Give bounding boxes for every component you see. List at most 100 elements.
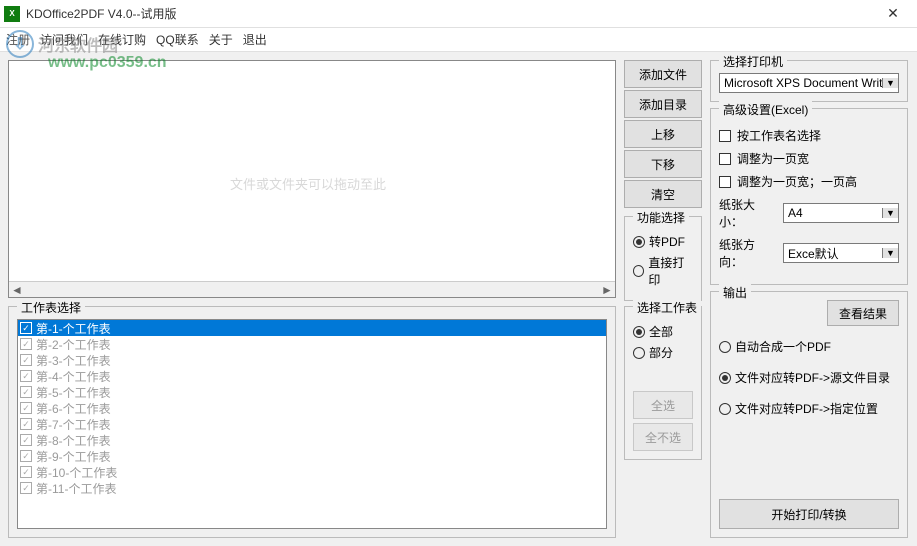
sheet-select-group: 工作表选择 ✓第-1-个工作表✓第-2-个工作表✓第-3-个工作表✓第-4-个工… [8,306,616,538]
menu-exit[interactable]: 退出 [243,31,267,48]
chk-fit-page-label: 调整为一页宽；一页高 [737,173,857,190]
checkbox-icon [719,153,731,165]
radio-icon [719,372,731,384]
chevron-down-icon: ▼ [882,78,898,88]
radio-icon [633,347,645,359]
close-button[interactable]: ✕ [873,0,913,28]
checkbox-icon: ✓ [20,354,32,366]
function-select-legend: 功能选择 [633,209,689,226]
sheet-item-label: 第-2-个工作表 [36,336,111,353]
titlebar: X KDOffice2PDF V4.0--试用版 ✕ [0,0,917,28]
file-list[interactable]: ◄ ► [8,60,616,298]
move-up-button[interactable]: 上移 [624,120,702,148]
move-down-button[interactable]: 下移 [624,150,702,178]
checkbox-icon: ✓ [20,450,32,462]
sheet-item-label: 第-5-个工作表 [36,384,111,401]
sheet-item[interactable]: ✓ 第-7-个工作表 [18,416,606,432]
start-button[interactable]: 开始打印/转换 [719,499,899,529]
radio-icon [633,265,644,277]
checkbox-icon: ✓ [20,402,32,414]
radio-all-sheets[interactable]: 全部 [633,323,693,340]
add-dir-button[interactable]: 添加目录 [624,90,702,118]
sheet-item[interactable]: ✓ 第-2-个工作表 [18,336,606,352]
menu-about[interactable]: 关于 [209,31,233,48]
orient-combo[interactable]: Exce默认 ▼ [783,243,899,263]
sheet-item-label: 第-10-个工作表 [36,464,117,481]
output-group: 输出 查看结果 自动合成一个PDF 文件对应转PDF->源文件目录 文件对应转P… [710,291,908,538]
add-file-button[interactable]: 添加文件 [624,60,702,88]
sheet-item[interactable]: ✓ 第-3-个工作表 [18,352,606,368]
app-icon: X [4,6,20,22]
window-title: KDOffice2PDF V4.0--试用版 [26,5,873,22]
checkbox-icon: ✓ [20,386,32,398]
sheet-item[interactable]: ✓ 第-6-个工作表 [18,400,606,416]
chk-by-name-label: 按工作表名选择 [737,127,821,144]
sheet-item-label: 第-1-个工作表 [36,320,111,337]
chk-by-name[interactable]: 按工作表名选择 [719,127,899,144]
scroll-track[interactable] [25,282,599,297]
checkbox-icon: ✓ [20,434,32,446]
radio-merge-one[interactable]: 自动合成一个PDF [719,338,899,355]
radio-to-pdf[interactable]: 转PDF [633,233,693,250]
printer-combo[interactable]: Microsoft XPS Document Writer ▼ [719,73,899,93]
radio-spec-dir-label: 文件对应转PDF->指定位置 [735,400,878,417]
file-list-hscroll[interactable]: ◄ ► [9,281,615,297]
select-all-button[interactable]: 全选 [633,391,693,419]
sheet-item-label: 第-3-个工作表 [36,352,111,369]
orient-label: 纸张方向： [719,236,775,270]
printer-legend: 选择打印机 [719,53,787,70]
advanced-legend: 高级设置(Excel) [719,101,812,118]
scroll-left-icon[interactable]: ◄ [9,282,25,297]
chk-fit-width[interactable]: 调整为一页宽 [719,150,899,167]
checkbox-icon: ✓ [20,322,32,334]
printer-value: Microsoft XPS Document Writer [720,76,882,90]
select-sheet-group: 选择工作表 全部 部分 全选 全不选 [624,306,702,460]
sheet-item-label: 第-8-个工作表 [36,432,111,449]
sheet-item[interactable]: ✓ 第-5-个工作表 [18,384,606,400]
sheet-item-label: 第-4-个工作表 [36,368,111,385]
menu-qq[interactable]: QQ联系 [156,31,199,48]
menu-register[interactable]: 注册 [6,31,30,48]
checkbox-icon: ✓ [20,338,32,350]
paper-size-label: 纸张大小： [719,196,775,230]
menu-visit[interactable]: 访问我们 [40,31,88,48]
sheet-item[interactable]: ✓第-11-个工作表 [18,480,606,496]
paper-size-value: A4 [784,206,882,220]
menu-buy[interactable]: 在线订购 [98,31,146,48]
radio-spec-dir[interactable]: 文件对应转PDF->指定位置 [719,400,899,417]
sheet-item[interactable]: ✓ 第-10-个工作表 [18,464,606,480]
paper-size-combo[interactable]: A4 ▼ [783,203,899,223]
radio-to-pdf-label: 转PDF [649,233,685,250]
sheet-item[interactable]: ✓ 第-8-个工作表 [18,432,606,448]
clear-button[interactable]: 清空 [624,180,702,208]
checkbox-icon [719,130,731,142]
view-result-button[interactable]: 查看结果 [827,300,899,326]
checkbox-icon: ✓ [20,370,32,382]
radio-part-label: 部分 [649,344,673,361]
radio-icon [633,236,645,248]
sheet-item[interactable]: ✓第-9-个工作表 [18,448,606,464]
sheet-item[interactable]: ✓ 第-1-个工作表 [18,320,606,336]
checkbox-icon: ✓ [20,418,32,430]
sheet-item-label: 第-6-个工作表 [36,400,111,417]
orient-value: Exce默认 [784,245,882,262]
sheet-item-label: 第-7-个工作表 [36,416,111,433]
select-none-button[interactable]: 全不选 [633,423,693,451]
sheet-list[interactable]: ✓ 第-1-个工作表 ✓ 第-2-个工作表 ✓ 第-3-个工作表 ✓ 第-4-个工作表 ✓ 第-5… [17,319,607,529]
advanced-group: 高级设置(Excel) 按工作表名选择 调整为一页宽 调整为一页宽；一页高 纸张… [710,108,908,285]
sheet-select-legend: 工作表选择 [17,299,85,316]
scroll-right-icon[interactable]: ► [599,282,615,297]
menubar: 注册 访问我们 在线订购 QQ联系 关于 退出 [0,28,917,52]
sheet-item[interactable]: ✓ 第-4-个工作表 [18,368,606,384]
checkbox-icon: ✓ [20,466,32,478]
select-sheet-legend: 选择工作表 [633,299,701,316]
output-legend: 输出 [719,284,751,301]
radio-part-sheets[interactable]: 部分 [633,344,693,361]
radio-icon [633,326,645,338]
radio-merge-one-label: 自动合成一个PDF [735,338,831,355]
chk-fit-page[interactable]: 调整为一页宽；一页高 [719,173,899,190]
radio-all-label: 全部 [649,323,673,340]
radio-print-direct[interactable]: 直接打印 [633,254,693,288]
radio-icon [719,403,731,415]
radio-src-dir[interactable]: 文件对应转PDF->源文件目录 [719,369,899,386]
